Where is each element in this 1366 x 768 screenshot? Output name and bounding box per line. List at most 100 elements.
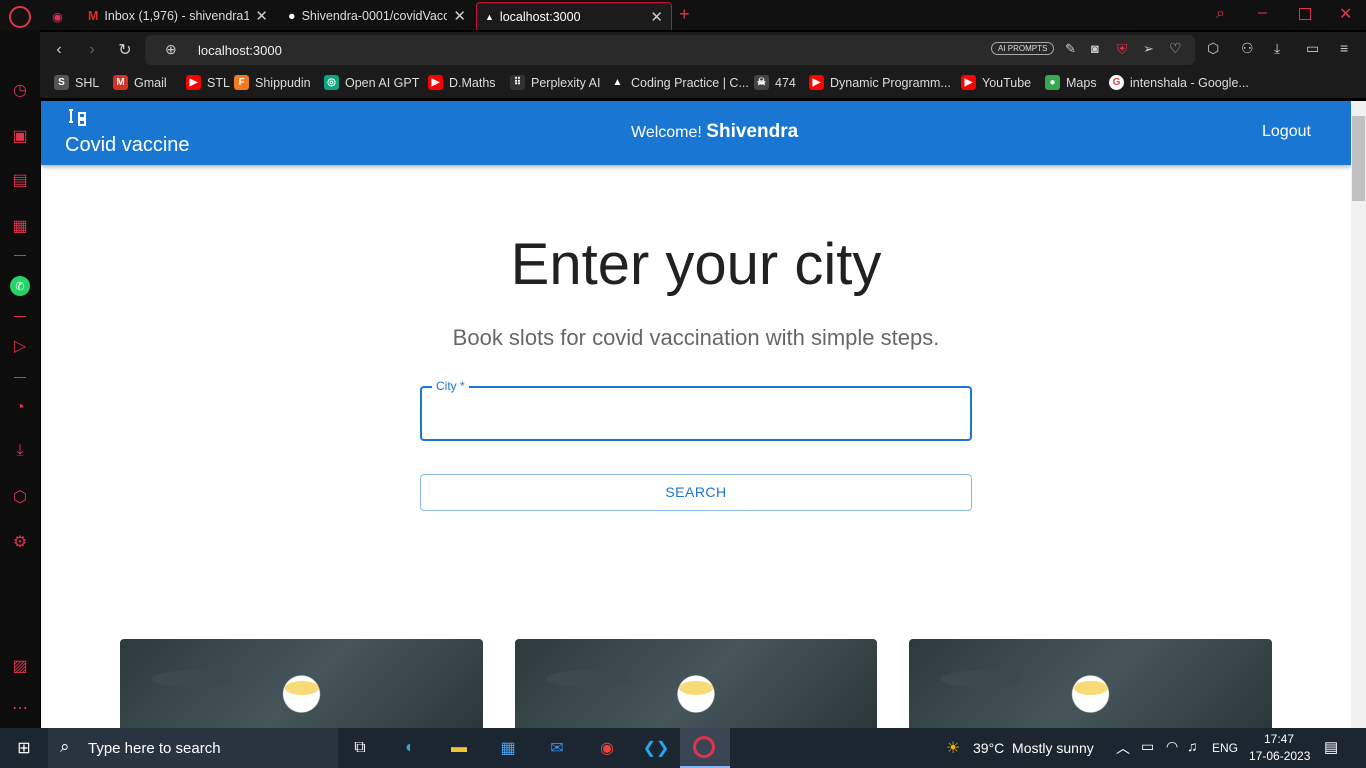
bookmark-favicon-icon: ▶ [809, 75, 824, 90]
tab-label: Inbox (1,976) - shivendra18 [104, 9, 250, 23]
vscode-icon[interactable]: ❮❯ [643, 736, 670, 760]
bookmark-item[interactable]: ▲ Coding Practice | C... [610, 75, 749, 90]
tab-github[interactable]: ● Shivendra-0001/covidVacci ✕ [280, 2, 474, 30]
lotus-card[interactable] [120, 639, 483, 728]
battery-icon[interactable]: ▭ [1141, 738, 1154, 755]
url-bar[interactable]: ⊕ localhost:3000 AI PROMPTS ✎ ◙ ⛨ ➢ ♡ [145, 35, 1195, 65]
search-icon: ⌕ [60, 737, 70, 756]
bookmark-favicon-icon: ▶ [961, 75, 976, 90]
logout-button[interactable]: Logout [1262, 123, 1311, 141]
lotus-flower-icon [679, 681, 713, 695]
edit-icon[interactable]: ✎ [1065, 41, 1076, 57]
store-icon[interactable]: ▦ [496, 736, 520, 760]
user-name: Shivendra [706, 121, 799, 142]
scrollbar-thumb[interactable] [1352, 116, 1365, 201]
bookmark-favicon-icon: ▶ [186, 75, 201, 90]
city-field[interactable]: City * [420, 379, 972, 441]
search-tabs-icon[interactable]: ⌕ [1216, 5, 1225, 23]
search-button[interactable]: SEARCH [420, 474, 972, 511]
opera-taskbar-button[interactable] [680, 728, 730, 768]
briefcase-icon[interactable]: ▣ [10, 126, 30, 146]
heart-icon[interactable]: ♡ [1169, 40, 1182, 57]
close-icon[interactable]: ✕ [650, 8, 663, 26]
maximize-icon[interactable] [1299, 8, 1311, 20]
adblock-shield-icon[interactable]: ⛨ [1117, 41, 1128, 58]
minimize-icon[interactable]: – [1258, 4, 1267, 22]
battery-icon[interactable]: ▭ [1306, 40, 1319, 57]
task-view-icon[interactable]: ⧉ [348, 736, 372, 760]
brand-title[interactable]: Covid vaccine [65, 134, 190, 157]
windows-start-icon[interactable]: ⊞ [12, 736, 36, 760]
gallery-icon[interactable]: ▨ [10, 656, 30, 676]
bookmark-item[interactable]: M Gmail [113, 75, 167, 90]
close-icon[interactable]: ✕ [453, 7, 466, 25]
bookmark-item[interactable]: ☠ 474 [754, 75, 796, 90]
divider [14, 377, 26, 378]
reload-icon[interactable]: ↻ [113, 38, 137, 62]
forward-icon[interactable]: › [80, 38, 104, 62]
welcome-text: Welcome! Shivendra [631, 121, 798, 143]
bookmark-item[interactable]: ▶ YouTube [961, 75, 1031, 90]
file-explorer-icon[interactable]: ▬ [447, 736, 471, 760]
player-icon[interactable]: ▷ [10, 336, 30, 356]
tab-bar: ◉ M Inbox (1,976) - shivendra18 ✕ ● Shiv… [0, 0, 1366, 30]
easy-setup-icon[interactable]: ≡ [1340, 40, 1348, 56]
ai-prompts-button[interactable]: AI PROMPTS [991, 42, 1055, 55]
history-icon[interactable]: ◔ [10, 398, 30, 418]
profile-icon[interactable]: ⚇ [1241, 40, 1254, 57]
camera-icon[interactable]: ◙ [1091, 41, 1099, 56]
download-icon[interactable]: ⤓ [1274, 40, 1280, 57]
weather-text[interactable]: 39°C Mostly sunny [973, 740, 1094, 756]
tab-localhost[interactable]: ▲ localhost:3000 ✕ [476, 2, 672, 30]
language-indicator[interactable]: ENG [1212, 741, 1238, 755]
close-icon[interactable]: ✕ [255, 7, 268, 25]
close-window-icon[interactable]: ✕ [1339, 4, 1352, 24]
bookmark-item[interactable]: ◎ Open AI GPT [324, 75, 419, 90]
bookmark-favicon-icon: ⠿ [510, 75, 525, 90]
clock-time[interactable]: 17:47 [1264, 732, 1294, 746]
mail-icon[interactable]: ✉ [545, 736, 569, 760]
chevron-up-icon[interactable]: ︿ [1116, 738, 1130, 758]
notifications-icon[interactable]: ▤ [1324, 738, 1338, 756]
lotus-card[interactable] [909, 639, 1272, 728]
city-input[interactable] [434, 402, 954, 426]
taskbar-search[interactable]: ⌕ Type here to search [48, 728, 338, 768]
settings-icon[interactable]: ⚙ [10, 532, 30, 552]
url-text[interactable]: localhost:3000 [198, 43, 282, 58]
bookmark-label: Gmail [134, 75, 167, 90]
opera-logo-icon[interactable] [9, 6, 31, 28]
triangle-icon: ▲ [485, 11, 494, 22]
speed-dial-icon[interactable]: ◷ [10, 80, 30, 100]
extensions-icon[interactable]: ⬡ [10, 487, 30, 507]
weather-icon[interactable]: ☀ [941, 736, 965, 760]
edge-icon[interactable]: ◐ [398, 736, 422, 760]
bookmark-item[interactable]: F Shippudin [234, 75, 311, 90]
twitch-icon[interactable]: ▤ [10, 170, 30, 190]
send-icon[interactable]: ➢ [1143, 41, 1154, 57]
web-page: Covid vaccine Welcome! Shivendra Logout … [41, 101, 1351, 728]
wifi-icon[interactable]: ◠ [1166, 738, 1178, 755]
new-tab-icon[interactable]: + [679, 4, 690, 25]
more-icon[interactable]: ⋯ [10, 698, 30, 718]
bookmark-item[interactable]: ⠿ Perplexity AI [510, 75, 600, 90]
globe-icon: ⊕ [165, 41, 177, 57]
lotus-card[interactable] [515, 639, 877, 728]
downloads-icon[interactable]: ⤓ [10, 441, 30, 461]
clock-date[interactable]: 17-06-2023 [1249, 749, 1310, 763]
windows-taskbar: ⊞ ⌕ Type here to search ⧉ ◐ ▬ ▦ ✉ ◉ ❮❯ ☀… [0, 728, 1366, 768]
github-icon: ● [288, 9, 296, 23]
chip-icon[interactable]: ▦ [10, 216, 30, 236]
tab-inbox[interactable]: M Inbox (1,976) - shivendra18 ✕ [80, 2, 276, 30]
cube-icon[interactable]: ⬡ [1207, 40, 1219, 57]
bookmark-item[interactable]: S SHL [54, 75, 99, 90]
bookmark-item[interactable]: Gintenshala - Google... [1109, 75, 1249, 90]
volume-icon[interactable]: ♫ [1187, 738, 1198, 754]
back-icon[interactable]: ‹ [47, 38, 71, 62]
tab-game[interactable]: ◉ [44, 2, 74, 30]
bookmark-item[interactable]: ● Maps [1045, 75, 1097, 90]
bookmark-item[interactable]: ▶ D.Maths [428, 75, 496, 90]
whatsapp-icon[interactable]: ✆ [10, 276, 30, 296]
chrome-icon[interactable]: ◉ [595, 736, 619, 760]
bookmark-item[interactable]: ▶ STL [186, 75, 230, 90]
bookmark-item[interactable]: ▶ Dynamic Programm... [809, 75, 951, 90]
